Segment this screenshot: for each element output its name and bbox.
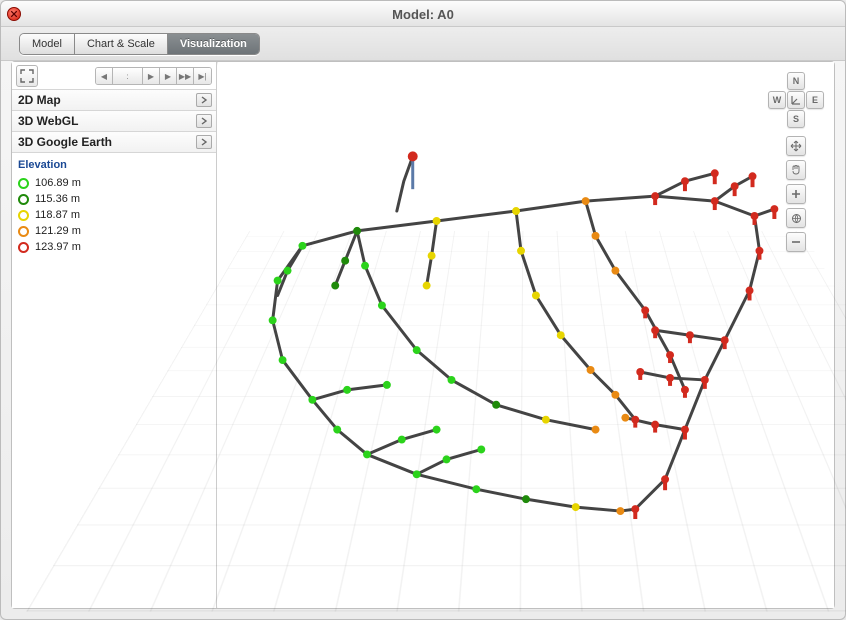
compass-reset-button[interactable] [787,91,805,109]
close-icon [10,10,18,18]
zoom-out-button[interactable] [786,232,806,252]
axes-icon [791,95,801,105]
globe-icon [791,213,802,224]
window-title: Model: A0 [1,1,845,27]
tab-visualization[interactable]: Visualization [168,34,259,54]
move-icon [790,140,802,152]
legend-row: 115.36 m [18,191,210,207]
legend-row: 121.29 m [18,223,210,239]
hand-icon [790,164,802,176]
nav-fast-button[interactable]: ▶▶ [177,68,194,85]
time-nav-group: ◀ : ▶ ▶ ▶▶ ▶| [95,67,212,85]
compass-control: N S W E [768,72,824,128]
view-3d-google-earth-expand-button[interactable] [196,135,212,149]
tab-bar: Model Chart & Scale Visualization [1,27,845,61]
legend-value: 121.29 m [35,225,81,237]
legend-value: 118.87 m [35,209,80,221]
nav-end-button[interactable]: ▶| [194,68,211,85]
legend-swatch-icon [18,178,29,189]
legend-value: 123.97 m [35,241,81,253]
legend-row: 123.97 m [18,239,210,255]
view-3d-webgl-expand-button[interactable] [196,114,212,128]
fullscreen-button[interactable] [16,65,38,87]
tab-chart-scale[interactable]: Chart & Scale [75,34,168,54]
view-3d-google-earth[interactable]: 3D Google Earth [12,132,216,153]
window-close-button[interactable] [7,7,21,21]
legend-swatch-icon [18,242,29,253]
chevron-right-icon [200,138,208,146]
legend-swatch-icon [18,226,29,237]
zoom-fit-button[interactable] [786,208,806,228]
tab-model[interactable]: Model [20,34,75,54]
legend-row: 106.89 m [18,175,210,191]
viewport[interactable]: N S W E [218,62,834,608]
plus-icon [791,189,801,199]
viewport-tools: N S W E [768,72,824,252]
legend-value: 115.36 m [35,193,80,205]
legend-title: Elevation [18,159,210,171]
view-2d-map-expand-button[interactable] [196,93,212,107]
chevron-right-icon [200,117,208,125]
minus-icon [791,237,801,247]
nav-play-button[interactable]: ▶ [160,68,177,85]
content-pane: ◀ : ▶ ▶ ▶▶ ▶| 2D Map 3D WebGL [11,61,835,609]
view-3d-webgl-label: 3D WebGL [18,114,78,128]
compass-west-button[interactable]: W [768,91,786,109]
legend-panel: Elevation 106.89 m 115.36 m 118.87 m 121… [12,153,216,261]
tab-group: Model Chart & Scale Visualization [19,33,260,55]
nav-index-field[interactable]: : [113,68,143,85]
legend-swatch-icon [18,194,29,205]
legend-value: 106.89 m [35,177,81,189]
nav-prev-button[interactable]: ◀ [96,68,113,85]
legend-row: 118.87 m [18,207,210,223]
compass-east-button[interactable]: E [806,91,824,109]
move-tool-button[interactable] [786,136,806,156]
zoom-in-button[interactable] [786,184,806,204]
fullscreen-icon [20,69,34,83]
pan-tool-button[interactable] [786,160,806,180]
compass-south-button[interactable]: S [787,110,805,128]
compass-north-button[interactable]: N [787,72,805,90]
view-3d-google-earth-label: 3D Google Earth [18,135,112,149]
legend-swatch-icon [18,210,29,221]
sidebar-toolbar: ◀ : ▶ ▶ ▶▶ ▶| [12,62,216,90]
view-2d-map-label: 2D Map [18,93,61,107]
nav-next-button[interactable]: ▶ [143,68,160,85]
app-window: Model: A0 Model Chart & Scale Visualizat… [0,0,846,620]
chevron-right-icon [200,96,208,104]
network-render [218,62,834,606]
view-2d-map[interactable]: 2D Map [12,90,216,111]
view-3d-webgl[interactable]: 3D WebGL [12,111,216,132]
